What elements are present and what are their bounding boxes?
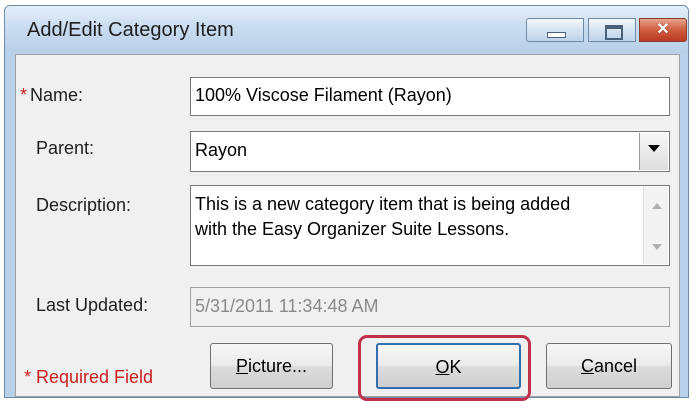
close-button[interactable]: ✕ xyxy=(639,18,687,42)
title-bar[interactable]: Add/Edit Category Item ✕ xyxy=(5,6,688,54)
parent-dropdown-button[interactable] xyxy=(639,133,668,170)
cancel-button-label: ancel xyxy=(593,356,638,376)
scroll-up-icon[interactable] xyxy=(652,203,662,209)
parent-select-value: Rayon xyxy=(195,140,248,160)
description-line: with the Easy Organizer Suite Lessons. xyxy=(195,219,510,239)
chevron-down-icon xyxy=(648,145,660,152)
required-field-note: * Required Field xyxy=(24,367,154,387)
name-label: Name: xyxy=(30,85,84,105)
dialog-window: Add/Edit Category Item ✕ * Name: 100% Vi… xyxy=(4,5,689,398)
minimize-button[interactable] xyxy=(526,18,584,42)
description-textarea[interactable]: This is a new category item that is bein… xyxy=(190,185,670,266)
ok-button-highlight xyxy=(358,335,531,401)
maximize-button[interactable] xyxy=(588,18,636,42)
form-panel: * Name: 100% Viscose Filament (Rayon) Pa… xyxy=(15,54,680,397)
close-icon: ✕ xyxy=(656,21,670,38)
name-input-value: 100% Viscose Filament (Rayon) xyxy=(195,85,452,105)
required-marker: * xyxy=(20,85,28,105)
picture-button-mnemonic: P xyxy=(235,356,248,376)
last-updated-value: 5/31/2011 11:34:48 AM xyxy=(195,296,379,316)
cancel-button-mnemonic: C xyxy=(580,356,594,376)
minimize-icon xyxy=(547,32,566,38)
parent-label: Parent: xyxy=(36,138,95,158)
picture-button[interactable]: Picture... xyxy=(210,343,333,389)
parent-select[interactable]: Rayon xyxy=(190,131,670,172)
cancel-button[interactable]: Cancel xyxy=(546,343,672,389)
last-updated-field: 5/31/2011 11:34:48 AM xyxy=(190,287,670,327)
description-scrollbar[interactable] xyxy=(643,187,668,264)
maximize-icon xyxy=(605,25,623,40)
last-updated-label: Last Updated: xyxy=(36,295,149,315)
description-line: This is a new category item that is bein… xyxy=(195,194,571,214)
name-input[interactable]: 100% Viscose Filament (Rayon) xyxy=(190,77,670,116)
description-label: Description: xyxy=(36,195,132,215)
picture-button-label: icture... xyxy=(247,356,308,376)
scroll-down-icon[interactable] xyxy=(652,244,662,250)
window-title: Add/Edit Category Item xyxy=(27,19,234,41)
